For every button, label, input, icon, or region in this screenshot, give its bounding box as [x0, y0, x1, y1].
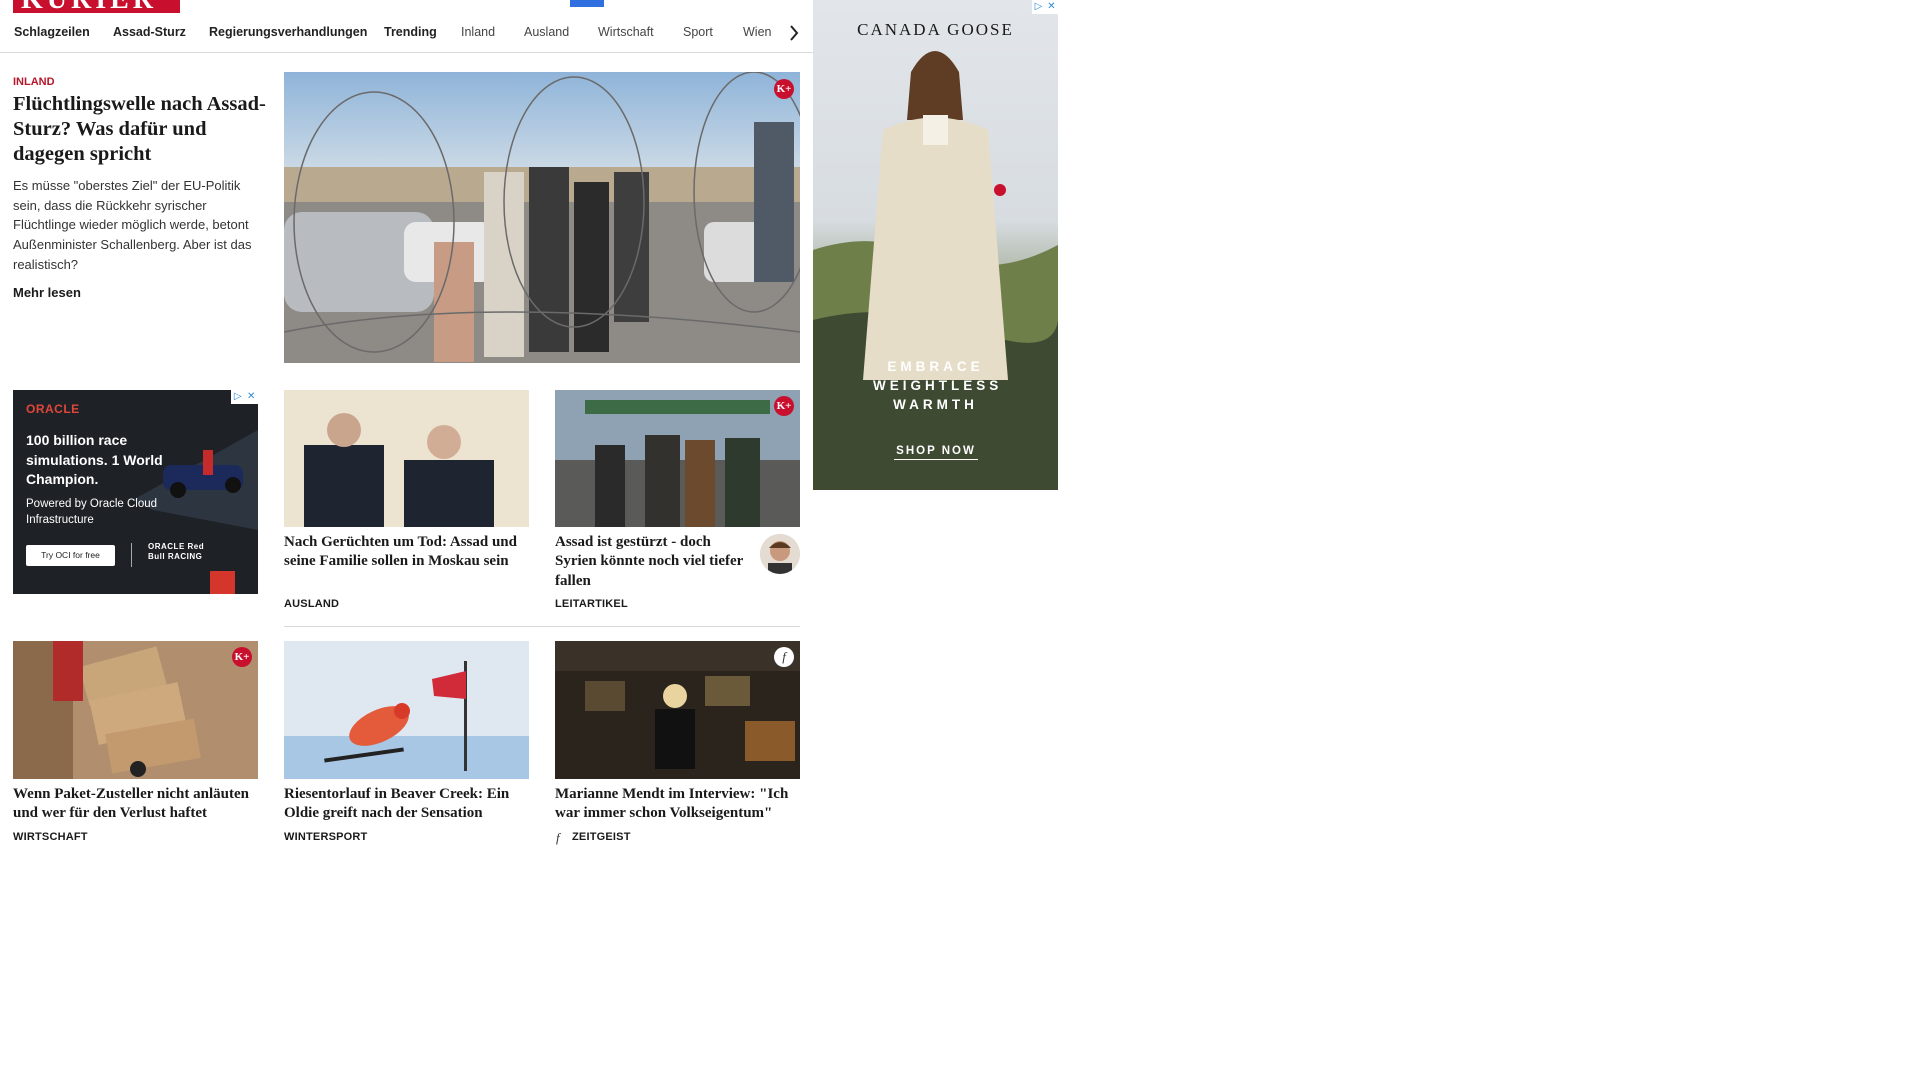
- card-category[interactable]: ZEITGEIST: [572, 831, 631, 843]
- card-title[interactable]: Marianne Mendt im Interview: "Ich war im…: [555, 785, 803, 824]
- zeitgeist-icon: f: [556, 830, 560, 845]
- nav-item-ausland[interactable]: Ausland: [524, 25, 569, 39]
- adchoices-icon[interactable]: ▷: [1032, 0, 1045, 14]
- try-oci-button[interactable]: Try OCI for free: [26, 545, 115, 566]
- close-icon[interactable]: ✕: [245, 390, 259, 404]
- row-divider: [284, 626, 800, 627]
- nav-item-schlagzeilen[interactable]: Schlagzeilen: [14, 25, 90, 39]
- kplus-badge: K+: [774, 79, 794, 99]
- card-title[interactable]: Wenn Paket-Zusteller nicht anläu­ten und…: [13, 785, 261, 824]
- falter-badge: f: [774, 647, 794, 667]
- oracle-divider: [131, 543, 132, 567]
- oracle-logo: ORACLE: [26, 402, 80, 416]
- card-image-ski[interactable]: [284, 641, 529, 779]
- oracle-headline: 100 billion race simulations. 1 World Ch…: [26, 432, 163, 487]
- author-avatar[interactable]: [760, 534, 800, 574]
- oracle-subline: Powered by Oracle Cloud Infrastructure: [26, 498, 158, 526]
- nav-item-assad-sturz[interactable]: Assad-Sturz: [113, 25, 186, 39]
- canada-goose-ad[interactable]: ▷ ✕ CANADA GOOSE EMBRACE WEIGHTLESS WARM…: [813, 0, 1058, 490]
- card-image-parcels[interactable]: K+: [13, 641, 258, 779]
- oracle-ad[interactable]: ▷ ✕ ORACLE 100 billion race simulations.…: [13, 390, 258, 594]
- oracle-corner-icon: [210, 571, 235, 594]
- nav-item-trending[interactable]: Trending: [384, 25, 437, 39]
- card-image-syria-crowd[interactable]: K+: [555, 390, 800, 527]
- chevron-right-icon[interactable]: [786, 23, 802, 43]
- ad-choices[interactable]: ▷ ✕: [231, 390, 258, 404]
- nav-item-wirtschaft[interactable]: Wirtschaft: [598, 25, 654, 39]
- card-title[interactable]: Nach Gerüchten um Tod: Assad und seine F…: [284, 533, 532, 572]
- card-category[interactable]: AUSLAND: [284, 598, 339, 610]
- adchoices-icon[interactable]: ▷: [231, 390, 245, 404]
- read-more-link[interactable]: Mehr lesen: [13, 285, 81, 300]
- lead-headline[interactable]: Flüchtlingswelle nach Assad-Sturz? Was d…: [13, 92, 268, 167]
- nav-item-inland[interactable]: Inland: [461, 25, 495, 39]
- logo-text: KURIER: [21, 0, 157, 13]
- card-category[interactable]: WINTERSPORT: [284, 831, 367, 843]
- nav-item-sport[interactable]: Sport: [683, 25, 713, 39]
- ad-tagline: EMBRACE WEIGHTLESS WARMTH: [873, 359, 1003, 412]
- lead-kicker[interactable]: INLAND: [13, 76, 55, 88]
- ad-choices[interactable]: ▷ ✕: [1032, 0, 1058, 14]
- card-title[interactable]: Assad ist gestürzt - doch Syrien könnte …: [555, 533, 755, 591]
- card-image-interview[interactable]: f: [555, 641, 800, 779]
- kplus-badge: K+: [774, 396, 794, 416]
- card-category[interactable]: LEITARTIKEL: [555, 598, 628, 610]
- kurier-logo[interactable]: KURIER: [13, 0, 180, 13]
- nav-item-regierungsverhandlungen[interactable]: Regierungsverhandlungen: [209, 25, 367, 39]
- card-title[interactable]: Riesentorlauf in Beaver Creek: Ein Oldie…: [284, 785, 532, 824]
- canada-goose-logo: CANADA GOOSE: [857, 20, 1014, 39]
- shop-now-button[interactable]: SHOP NOW: [894, 445, 978, 460]
- lead-image[interactable]: K+: [284, 72, 800, 363]
- lead-teaser: Es müsse "oberstes Ziel" der EU-Politik …: [13, 178, 252, 272]
- card-category[interactable]: WIRTSCHAFT: [13, 831, 88, 843]
- card-image-assad-putin[interactable]: [284, 390, 529, 527]
- section-nav: Schlagzeilen Assad-Sturz Regierungsverha…: [0, 14, 813, 53]
- header-ad-strip: [570, 0, 604, 7]
- close-icon[interactable]: ✕: [1045, 0, 1058, 14]
- kplus-badge: K+: [232, 647, 252, 667]
- nav-item-wien[interactable]: Wien: [743, 25, 771, 39]
- redbull-racing-logo: ORACLE Red Bull RACING: [148, 542, 205, 561]
